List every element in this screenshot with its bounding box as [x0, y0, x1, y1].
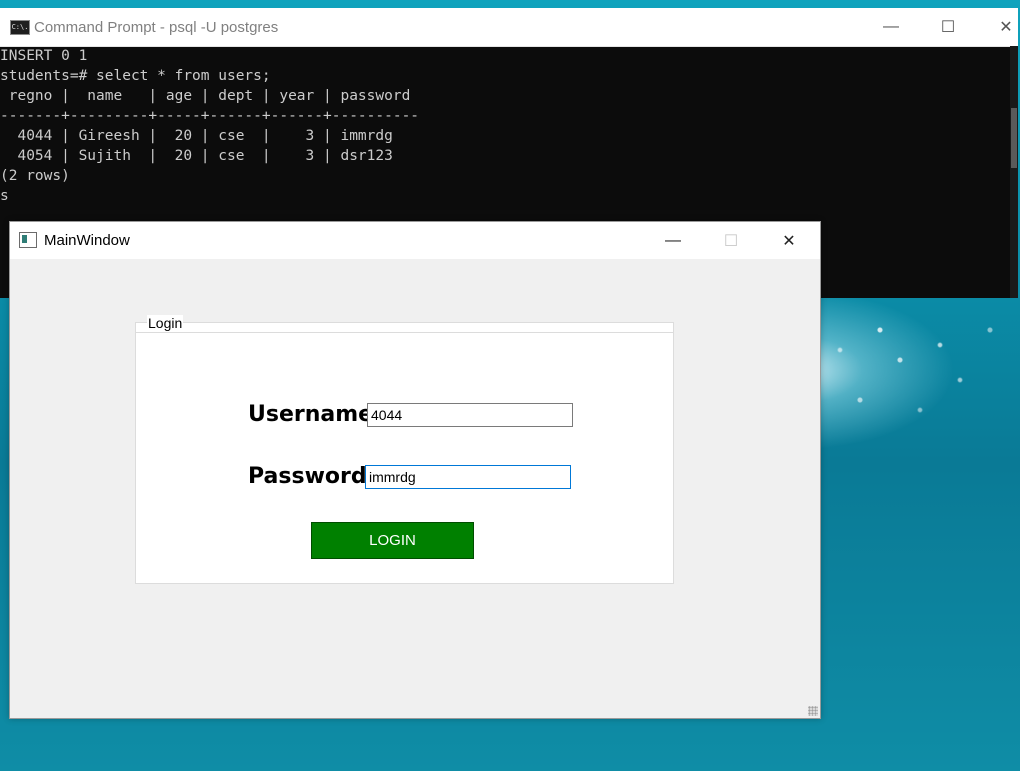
- close-icon: ✕: [782, 232, 796, 250]
- minimize-button[interactable]: —: [862, 8, 920, 46]
- close-button[interactable]: ✕: [760, 222, 818, 259]
- terminal-line: -------+---------+-----+------+------+--…: [0, 108, 420, 124]
- username-input[interactable]: [367, 403, 573, 427]
- scrollbar-thumb[interactable]: [1011, 108, 1017, 168]
- terminal-line: 4054 | Sujith | 20 | cse | 3 | dsr123: [0, 148, 393, 164]
- app-icon: [19, 232, 37, 248]
- password-label: Password: [248, 464, 367, 489]
- groupbox-title: Login: [147, 315, 184, 331]
- maximize-button[interactable]: ☐: [919, 8, 977, 46]
- main-window-title: MainWindow: [44, 232, 130, 249]
- cmd-scrollbar[interactable]: [1010, 46, 1018, 298]
- maximize-icon: ☐: [940, 19, 956, 36]
- minimize-icon: —: [883, 18, 899, 35]
- maximize-icon: ☐: [723, 232, 739, 250]
- main-window[interactable]: MainWindow — ☐ ✕ Login Username Password…: [9, 221, 821, 719]
- minimize-icon: —: [665, 231, 681, 249]
- main-titlebar[interactable]: MainWindow — ☐ ✕: [10, 222, 820, 259]
- terminal-line: (2 rows): [0, 168, 70, 184]
- resize-grip[interactable]: [808, 706, 818, 716]
- terminal-line: regno | name | age | dept | year | passw…: [0, 88, 411, 104]
- close-icon: ✕: [999, 19, 1013, 36]
- terminal-line: s: [0, 188, 9, 204]
- password-input[interactable]: [365, 465, 571, 489]
- login-groupbox: Login Username Password LOGIN: [135, 315, 674, 584]
- cmd-window-title: Command Prompt - psql -U postgres: [34, 19, 279, 36]
- close-button[interactable]: ✕: [977, 8, 1020, 46]
- login-button[interactable]: LOGIN: [311, 522, 474, 559]
- groupbox-divider: [136, 332, 673, 333]
- maximize-button: ☐: [702, 222, 760, 259]
- minimize-button[interactable]: —: [644, 222, 702, 259]
- username-label: Username: [248, 402, 374, 427]
- cmd-titlebar[interactable]: C:\. Command Prompt - psql -U postgres —…: [0, 8, 1018, 47]
- terminal-line: students=# select * from users;: [0, 68, 271, 84]
- terminal-line: INSERT 0 1: [0, 48, 88, 64]
- terminal-line: 4044 | Gireesh | 20 | cse | 3 | immrdg: [0, 128, 393, 144]
- terminal-icon: C:\.: [10, 20, 30, 35]
